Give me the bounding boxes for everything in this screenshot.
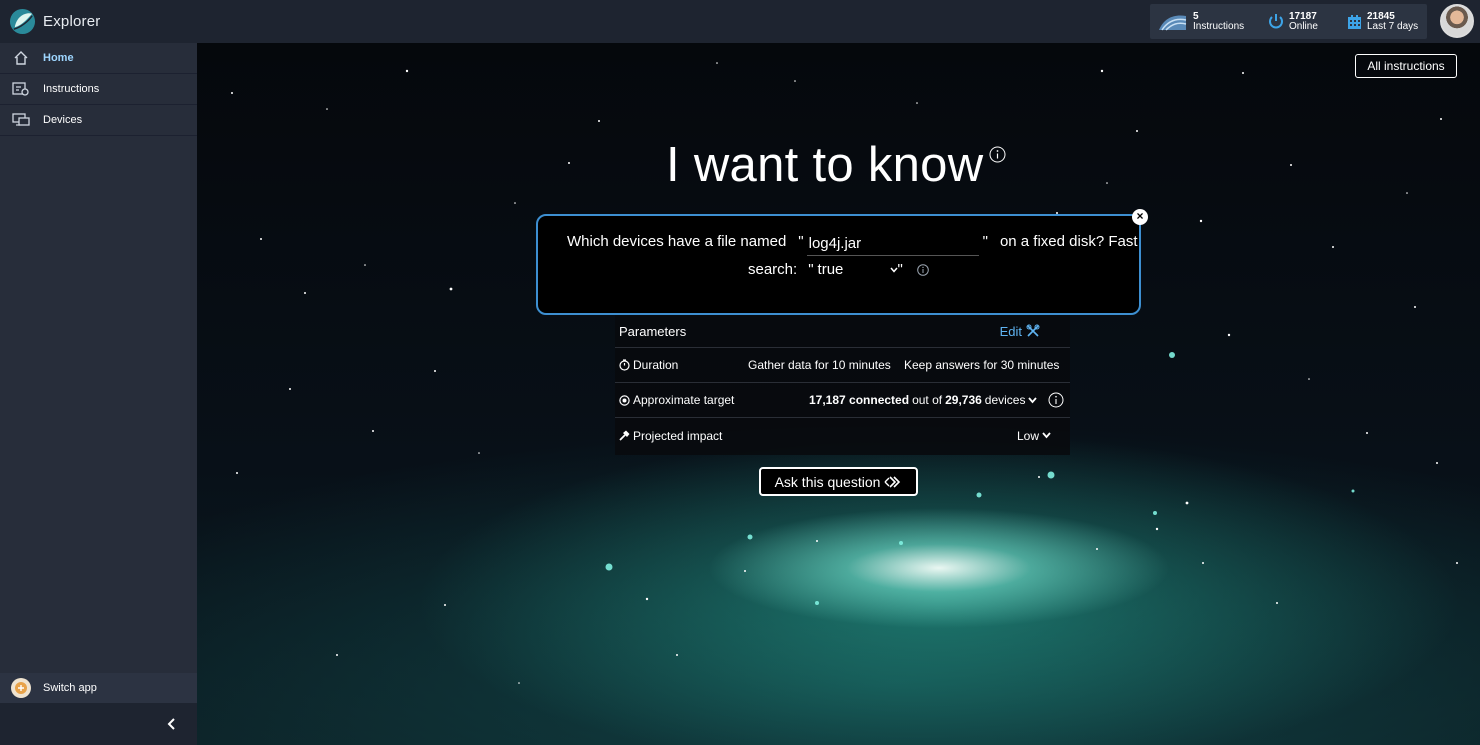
impact-selector[interactable]: Low [1017, 429, 1051, 443]
instructions-stat[interactable]: 5 Instructions [1158, 10, 1245, 32]
parameters-header: Parameters Edit [615, 315, 1070, 348]
devices-icon [12, 111, 30, 129]
fast-search-label: search: [748, 261, 798, 278]
info-icon[interactable] [1048, 392, 1064, 408]
ask-question-button[interactable]: Ask this question [759, 467, 918, 496]
sidebar-item-home[interactable]: Home [0, 43, 197, 74]
online-count: 17187 [1289, 10, 1317, 22]
instructions-icon [12, 80, 30, 98]
connected-count: 17,187 connected [809, 393, 910, 407]
info-icon[interactable] [989, 146, 1006, 163]
target-icon [619, 394, 630, 406]
edit-parameters-button[interactable]: Edit [1000, 324, 1040, 339]
switch-app-button[interactable]: Switch app [0, 673, 197, 703]
switch-app-label: Switch app [43, 682, 97, 694]
keep-duration: Keep answers for 30 minutes [904, 358, 1060, 372]
question-box: Which devices have a file named " log4j.… [536, 209, 1148, 315]
stopwatch-icon [619, 359, 630, 371]
sidebar: Home Instructions Devices Switch app [0, 43, 197, 745]
file-name-input[interactable]: log4j.jar [806, 235, 979, 256]
all-instructions-button[interactable]: All instructions [1355, 54, 1457, 78]
gather-duration: Gather data for 10 minutes [748, 358, 891, 372]
impact-row: Projected impact Low [615, 418, 1070, 453]
chevron-down-icon [1042, 432, 1051, 439]
power-icon [1269, 14, 1283, 29]
recent-count: 21845 [1367, 10, 1395, 22]
sidebar-item-label: Devices [43, 114, 83, 126]
edit-label: Edit [999, 323, 1022, 339]
page-title: I want to know [666, 138, 984, 192]
parameters-panel: Parameters Edit Duration Gather data for… [615, 315, 1070, 455]
brand[interactable]: Explorer [9, 8, 100, 35]
app-title: Explorer [43, 13, 101, 30]
out-of-label: out of [912, 393, 943, 407]
chevron-down-icon [1028, 396, 1038, 403]
chevron-left-icon [167, 718, 175, 730]
hammer-icon [619, 430, 630, 441]
instructions-stat-label: Instructions [1193, 20, 1245, 32]
collapse-sidebar-button[interactable] [0, 703, 197, 745]
top-bar: Explorer 5 Instructions 17187 Online 218… [0, 0, 1480, 43]
question-line: Which devices have a file named " log4j.… [567, 233, 1138, 256]
ask-question-label: Ask this question [774, 473, 881, 490]
wrench-icon [1026, 324, 1040, 337]
total-devices: 29,736 [945, 393, 982, 407]
close-quote: " [897, 261, 903, 278]
open-quote: " [808, 261, 814, 278]
switch-app-icon [11, 678, 31, 698]
question-prefix: Which devices have a file named [567, 233, 787, 250]
parameters-title: Parameters [619, 323, 687, 339]
sidebar-item-devices[interactable]: Devices [0, 105, 197, 136]
home-icon [12, 49, 30, 67]
sidebar-item-label: Home [43, 52, 74, 64]
close-quote: " [982, 233, 988, 250]
instructions-stat-icon [1159, 15, 1187, 31]
devices-label: devices [984, 393, 1026, 407]
target-label: Approximate target [633, 393, 735, 407]
impact-label: Projected impact [633, 428, 723, 443]
question-line-2: search: " true " [748, 261, 929, 278]
clear-question-button[interactable]: × [1132, 209, 1148, 225]
instructions-count: 5 [1193, 10, 1199, 22]
online-stat[interactable]: 17187 Online [1268, 10, 1318, 32]
duration-label: Duration [633, 358, 679, 372]
explorer-logo-icon [9, 8, 36, 35]
target-row: Approximate target 17,187 connected out … [615, 383, 1070, 418]
target-selector[interactable]: 17,187 connected out of 29,736 devices [809, 392, 1064, 408]
calendar-icon [1348, 14, 1361, 29]
stats-panel: 5 Instructions 17187 Online 21845 Last 7… [1150, 4, 1427, 39]
user-avatar[interactable] [1440, 4, 1474, 38]
open-quote: " [798, 233, 804, 250]
main-content: All instructions I want to know Which de… [197, 43, 1480, 745]
question-middle: on a fixed disk? Fast [999, 233, 1138, 250]
double-chevron-right-icon [884, 475, 901, 488]
recent-stat[interactable]: 21845 Last 7 days [1347, 10, 1419, 32]
duration-row: Duration Gather data for 10 minutes Keep… [615, 348, 1070, 383]
chevron-down-icon [889, 267, 898, 273]
online-stat-label: Online [1289, 20, 1318, 32]
sidebar-item-label: Instructions [43, 83, 100, 95]
recent-stat-label: Last 7 days [1367, 20, 1419, 32]
info-icon[interactable] [917, 263, 929, 276]
fast-search-value: true [817, 261, 844, 278]
fast-search-select[interactable]: true [818, 261, 898, 278]
sidebar-item-instructions[interactable]: Instructions [0, 74, 197, 105]
impact-value: Low [1017, 428, 1040, 443]
